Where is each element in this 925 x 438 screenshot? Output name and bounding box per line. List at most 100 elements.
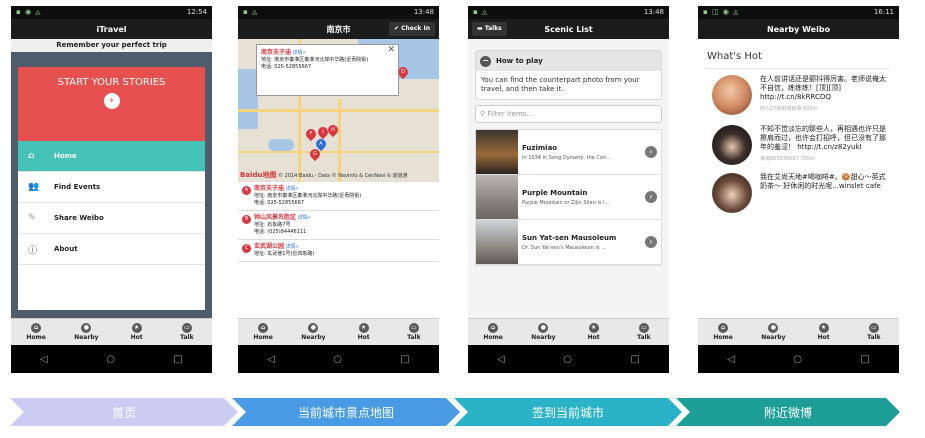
scenic-thumbnail [476, 175, 518, 219]
menu-item-about[interactable]: ⓘ About [18, 234, 205, 265]
list-item[interactable]: Fuzimiao In 1034 in Song Dynasty, the Con… [476, 130, 661, 175]
map-marker-h[interactable]: H [325, 122, 341, 138]
chat-icon: ▭ [408, 323, 419, 333]
checkin-button[interactable]: ✔ Check In [388, 22, 435, 36]
list-item[interactable]: A 南京夫子庙 详情» 地址: 南京市秦淮区秦淮河北岸中华路(近贡院街) 电话:… [238, 182, 439, 211]
process-steps: 首页 当前城市景点地图 签到当前城市 附近微博 [10, 398, 900, 426]
back-icon[interactable]: ◁ [267, 354, 275, 365]
tab-bar: ⌂ Home ● Nearby ★ Hot ▭ Talk [698, 318, 899, 345]
star-icon: ★ [588, 323, 599, 333]
start-stories-banner[interactable]: START YOUR STORIES › [18, 67, 205, 141]
android-nav-bar: ◁ ○ □ [698, 345, 899, 373]
place-list: A 南京夫子庙 详情» 地址: 南京市秦淮区秦淮河北岸中华路(近贡院街) 电话:… [238, 182, 439, 318]
status-bar: ▪ ◬ 13:48 [468, 6, 669, 19]
recents-icon[interactable]: □ [630, 354, 639, 365]
star-icon: ★ [131, 323, 142, 333]
talks-button[interactable]: ▬ Talks [472, 22, 507, 36]
avatar[interactable] [712, 125, 752, 165]
list-item[interactable]: 不知不觉淡忘的那些人，再相遇也许只是擦肩而过，也许会打招呼，但已没有了那年的羞涩… [698, 115, 899, 165]
recents-icon[interactable]: □ [173, 354, 182, 365]
city-map[interactable]: D F I H A G 南京夫子庙 详情» 地址: 南京市秦淮区秦淮河北岸中华路… [238, 39, 439, 182]
chat-icon: ▭ [181, 323, 192, 333]
chevron-right-icon[interactable]: › [645, 146, 657, 158]
list-item[interactable]: Sun Yat-sen Mausoleum Dr. Sun Yat-sen's M… [476, 220, 661, 265]
tab-talk[interactable]: ▭ Talk [389, 319, 439, 345]
home-circle-icon[interactable]: ○ [563, 354, 572, 365]
avatar[interactable] [712, 75, 752, 115]
app-subtitle: Remember your perfect trip [11, 39, 212, 52]
filter-input[interactable]: ⚲ Filter items... [475, 105, 662, 123]
back-icon[interactable]: ◁ [727, 354, 735, 365]
how-to-play-body: You can find the counterpart photo from … [481, 76, 640, 93]
map-marker-g[interactable]: G [307, 146, 323, 162]
home-icon: ⌂ [488, 323, 499, 333]
recents-icon[interactable]: □ [860, 354, 869, 365]
how-to-play-header[interactable]: − How to play [476, 51, 661, 71]
chevron-right-icon[interactable]: › [645, 191, 657, 203]
tab-bar: ⌂ Home ● Nearby ★ Hot ▭ Talk [238, 318, 439, 345]
star-icon: ★ [818, 323, 829, 333]
tab-hot[interactable]: ★ Hot [339, 319, 389, 345]
tab-talk[interactable]: ▭ Talk [162, 319, 212, 345]
status-bar: ▪ ◫ ◉ ◬ 16:11 [698, 6, 899, 19]
home-icon: ⌂ [718, 323, 729, 333]
step-home: 首页 [10, 398, 238, 426]
location-icon: ● [308, 323, 319, 333]
menu-item-share-weibo[interactable]: ✎ Share Weibo [18, 203, 205, 234]
hero-text: START YOUR STORIES [57, 77, 166, 88]
arrow-right-icon[interactable]: › [103, 93, 120, 109]
tab-home[interactable]: ⌂ Home [468, 319, 518, 345]
home-circle-icon[interactable]: ○ [106, 354, 115, 365]
home-icon: ⌂ [28, 151, 35, 161]
android-nav-bar: ◁ ○ □ [468, 345, 669, 373]
android-nav-bar: ◁ ○ □ [11, 345, 212, 373]
location-icon: ● [768, 323, 779, 333]
tab-talk[interactable]: ▭ Talk [849, 319, 899, 345]
tab-talk[interactable]: ▭ Talk [619, 319, 669, 345]
phone-nearby-weibo-screen: ▪ ◫ ◉ ◬ 16:11 Nearby Weibo What's Hot 在人前… [698, 6, 899, 373]
scenic-thumbnail [476, 220, 518, 264]
tab-nearby[interactable]: ● Nearby [748, 319, 798, 345]
home-icon: ⌂ [258, 323, 269, 333]
avatar[interactable] [712, 173, 752, 213]
home-circle-icon[interactable]: ○ [333, 354, 342, 365]
list-item[interactable]: 在人前讲话还是颤抖得厉害。老师说俺太不自信，练练练！[顶][顶] http://… [698, 69, 899, 115]
people-icon: 👥 [28, 182, 40, 192]
android-nav-bar: ◁ ○ □ [238, 345, 439, 373]
how-to-play-panel: − How to play You can find the counterpar… [475, 50, 662, 100]
chevron-right-icon[interactable]: › [645, 236, 657, 248]
step-city-map: 当前城市景点地图 [232, 398, 460, 426]
list-item[interactable]: B 钟山风景名胜区 详情» 地址: 石象路7号 电话: (025)8444611… [238, 211, 439, 240]
marker-icon: A [242, 186, 251, 195]
back-icon[interactable]: ◁ [497, 354, 505, 365]
menu-item-find-events[interactable]: 👥 Find Events [18, 172, 205, 203]
close-icon[interactable]: ✕ [387, 46, 395, 55]
tab-nearby[interactable]: ● Nearby [61, 319, 111, 345]
location-icon: ● [538, 323, 549, 333]
scenic-list: Fuzimiao In 1034 in Song Dynasty, the Con… [475, 129, 662, 266]
marker-icon: C [242, 244, 251, 253]
tab-nearby[interactable]: ● Nearby [518, 319, 568, 345]
tab-nearby[interactable]: ● Nearby [288, 319, 338, 345]
recents-icon[interactable]: □ [400, 354, 409, 365]
collapse-icon[interactable]: − [480, 55, 491, 67]
city-title: 南京市 ✔ Check In [238, 19, 439, 39]
list-item[interactable]: C 玄武湖公园 详情» 地址: 玄武巷1号(近四象路) [238, 240, 439, 262]
info-icon: ⓘ [28, 245, 38, 256]
edit-icon: ✎ [28, 213, 36, 223]
tab-hot[interactable]: ★ Hot [799, 319, 849, 345]
tab-hot[interactable]: ★ Hot [569, 319, 619, 345]
list-item[interactable]: Purple Mountain Purple Mountain or Zijin … [476, 175, 661, 220]
map-popup: 南京夫子庙 详情» 地址: 南京市秦淮区秦淮河北岸中华路(近贡院街) 电话: 0… [256, 44, 399, 96]
step-nearby-weibo: 附近微博 [676, 398, 900, 426]
tab-home[interactable]: ⌂ Home [698, 319, 748, 345]
tab-hot[interactable]: ★ Hot [112, 319, 162, 345]
home-circle-icon[interactable]: ○ [793, 354, 802, 365]
tab-home[interactable]: ⌂ Home [238, 319, 288, 345]
back-icon[interactable]: ◁ [40, 354, 48, 365]
home-card: START YOUR STORIES › ⌂ Home 👥 Find Events … [18, 67, 205, 310]
chat-icon: ▭ [868, 323, 879, 333]
tab-home[interactable]: ⌂ Home [11, 319, 61, 345]
list-item[interactable]: 我在艾尚天地#喝咖啡#。🍪甜心～英式奶茶～ 好休闲的时光呢...winslet … [698, 165, 899, 213]
menu-item-home[interactable]: ⌂ Home [18, 141, 205, 172]
